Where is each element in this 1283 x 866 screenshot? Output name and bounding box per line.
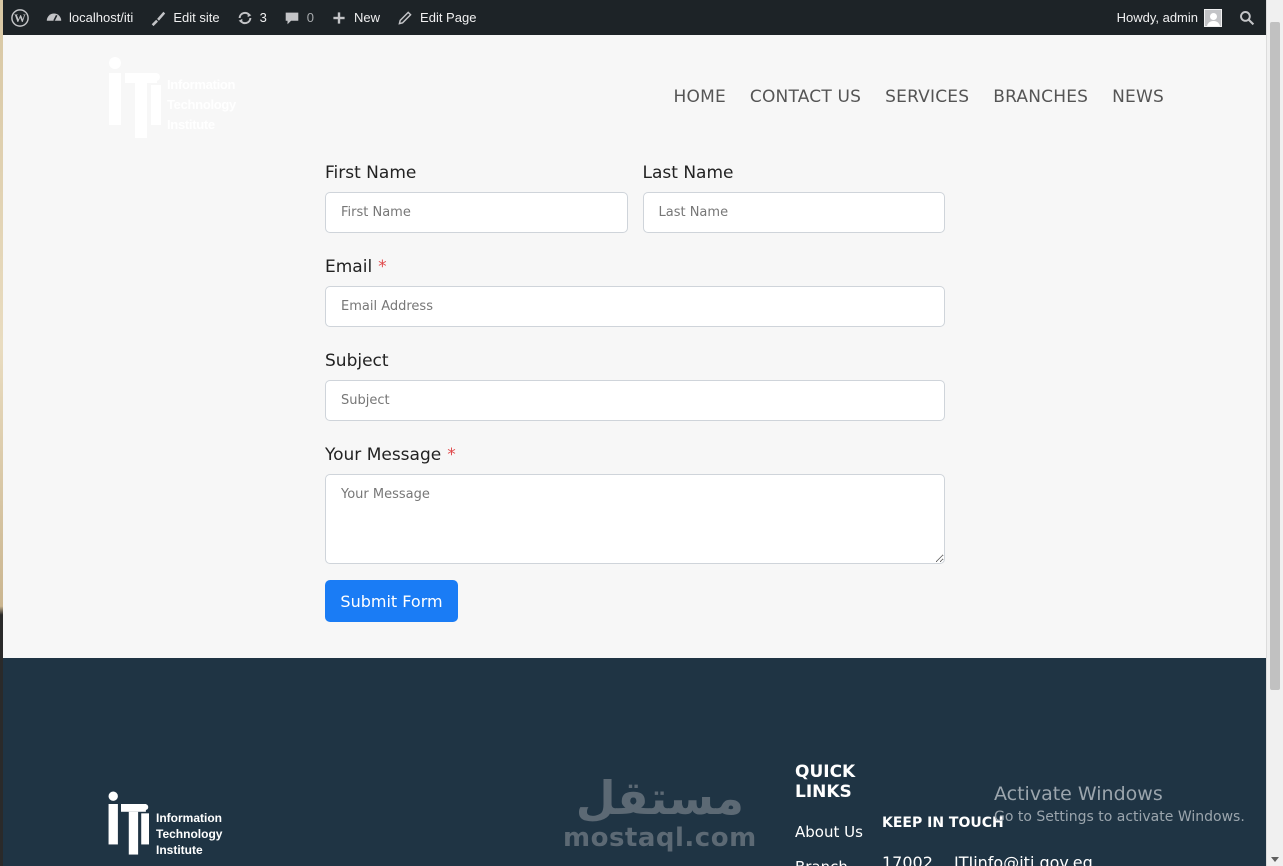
edit-page-label: Edit Page [420,10,477,25]
scroll-down-arrow-icon[interactable] [1271,857,1279,862]
pencil-icon [396,9,414,27]
updates-count: 3 [259,10,267,25]
iti-logo-mark [108,791,149,855]
dashboard-icon [45,9,63,27]
main-nav: HOME CONTACT US SERVICES BRANCHES NEWS [674,87,1164,107]
phone-number: 17002 [882,853,933,866]
logo-text: Information Technology Institute [167,77,236,132]
footer-logo[interactable]: Information Technology Institute [103,790,233,860]
nav-home[interactable]: HOME [674,87,726,107]
updates-icon [236,9,254,27]
keep-in-touch-title: KEEP IN TOUCH [882,815,1004,831]
site-name-label: localhost/iti [69,10,134,25]
last-name-input[interactable] [642,192,945,233]
message-label: Your Message * [325,445,456,465]
admin-bar: W localhost/iti Edit site 3 0 New Edit P… [3,0,1266,35]
new-content-link[interactable]: New [322,0,388,35]
nav-services[interactable]: SERVICES [885,87,969,107]
wordpress-logo-button[interactable]: W [3,0,37,35]
howdy-label: Howdy, admin [1116,10,1198,25]
footer-logo-text: Information Technology Institute [156,811,223,857]
contact-form: First Name Last Name Email* Subject Your… [325,163,945,622]
avatar [1204,8,1222,27]
nav-news[interactable]: NEWS [1112,87,1164,107]
submit-form-button[interactable]: Submit Form [325,580,458,622]
plus-icon [330,9,348,27]
nav-branches[interactable]: BRANCHES [993,87,1088,107]
footer-branch-link[interactable]: Branch [795,858,848,866]
nav-contact-us[interactable]: CONTACT US [750,87,861,107]
page-scrollbar[interactable] [1266,0,1283,866]
new-label: New [354,10,381,25]
activate-subtitle: Go to Settings to activate Windows. [994,809,1245,825]
search-button[interactable] [1230,0,1266,35]
edit-site-link[interactable]: Edit site [141,0,227,35]
last-name-label: Last Name [642,163,734,183]
activate-windows-watermark: Activate Windows Go to Settings to activ… [994,783,1245,825]
mostaql-watermark: مستقل mostaql.com [563,773,757,853]
edit-page-link[interactable]: Edit Page [388,0,484,35]
wordpress-icon: W [11,8,29,27]
svg-text:W: W [14,12,26,25]
contact-email[interactable]: ITIinfo@iti.gov.eg [954,853,1093,866]
required-marker: * [447,445,456,465]
site-footer: Information Technology Institute مستقل m… [3,658,1266,866]
watermark-arabic: مستقل [575,771,744,825]
site-name-link[interactable]: localhost/iti [37,0,141,35]
comments-count: 0 [306,10,315,25]
footer-about-link[interactable]: About Us [795,823,863,841]
email-field[interactable] [325,286,945,327]
updates-link[interactable]: 3 [228,0,275,35]
message-textarea[interactable] [325,474,945,564]
subject-input[interactable] [325,380,945,421]
scrollbar-thumb[interactable] [1270,22,1280,690]
iti-logo-mark [109,57,161,138]
first-name-label: First Name [325,163,417,183]
subject-label: Subject [325,351,389,371]
first-name-input[interactable] [325,192,628,233]
brush-icon [149,9,167,27]
comments-link[interactable]: 0 [275,0,322,35]
quick-links-title: QUICK LINKS [795,762,856,802]
my-account-link[interactable]: Howdy, admin [1109,0,1230,35]
site-logo[interactable]: Information Technology Institute [103,55,253,145]
required-marker: * [378,257,387,277]
contact-info: 17002 ITIinfo@iti.gov.eg [882,853,1093,866]
search-icon [1238,9,1256,27]
email-label: Email * [325,257,387,277]
edit-site-label: Edit site [173,10,220,25]
comment-icon [283,9,301,27]
activate-title: Activate Windows [994,783,1163,805]
watermark-latin: mostaql.com [563,823,757,853]
page-content: Information Technology Institute HOME CO… [3,35,1266,658]
